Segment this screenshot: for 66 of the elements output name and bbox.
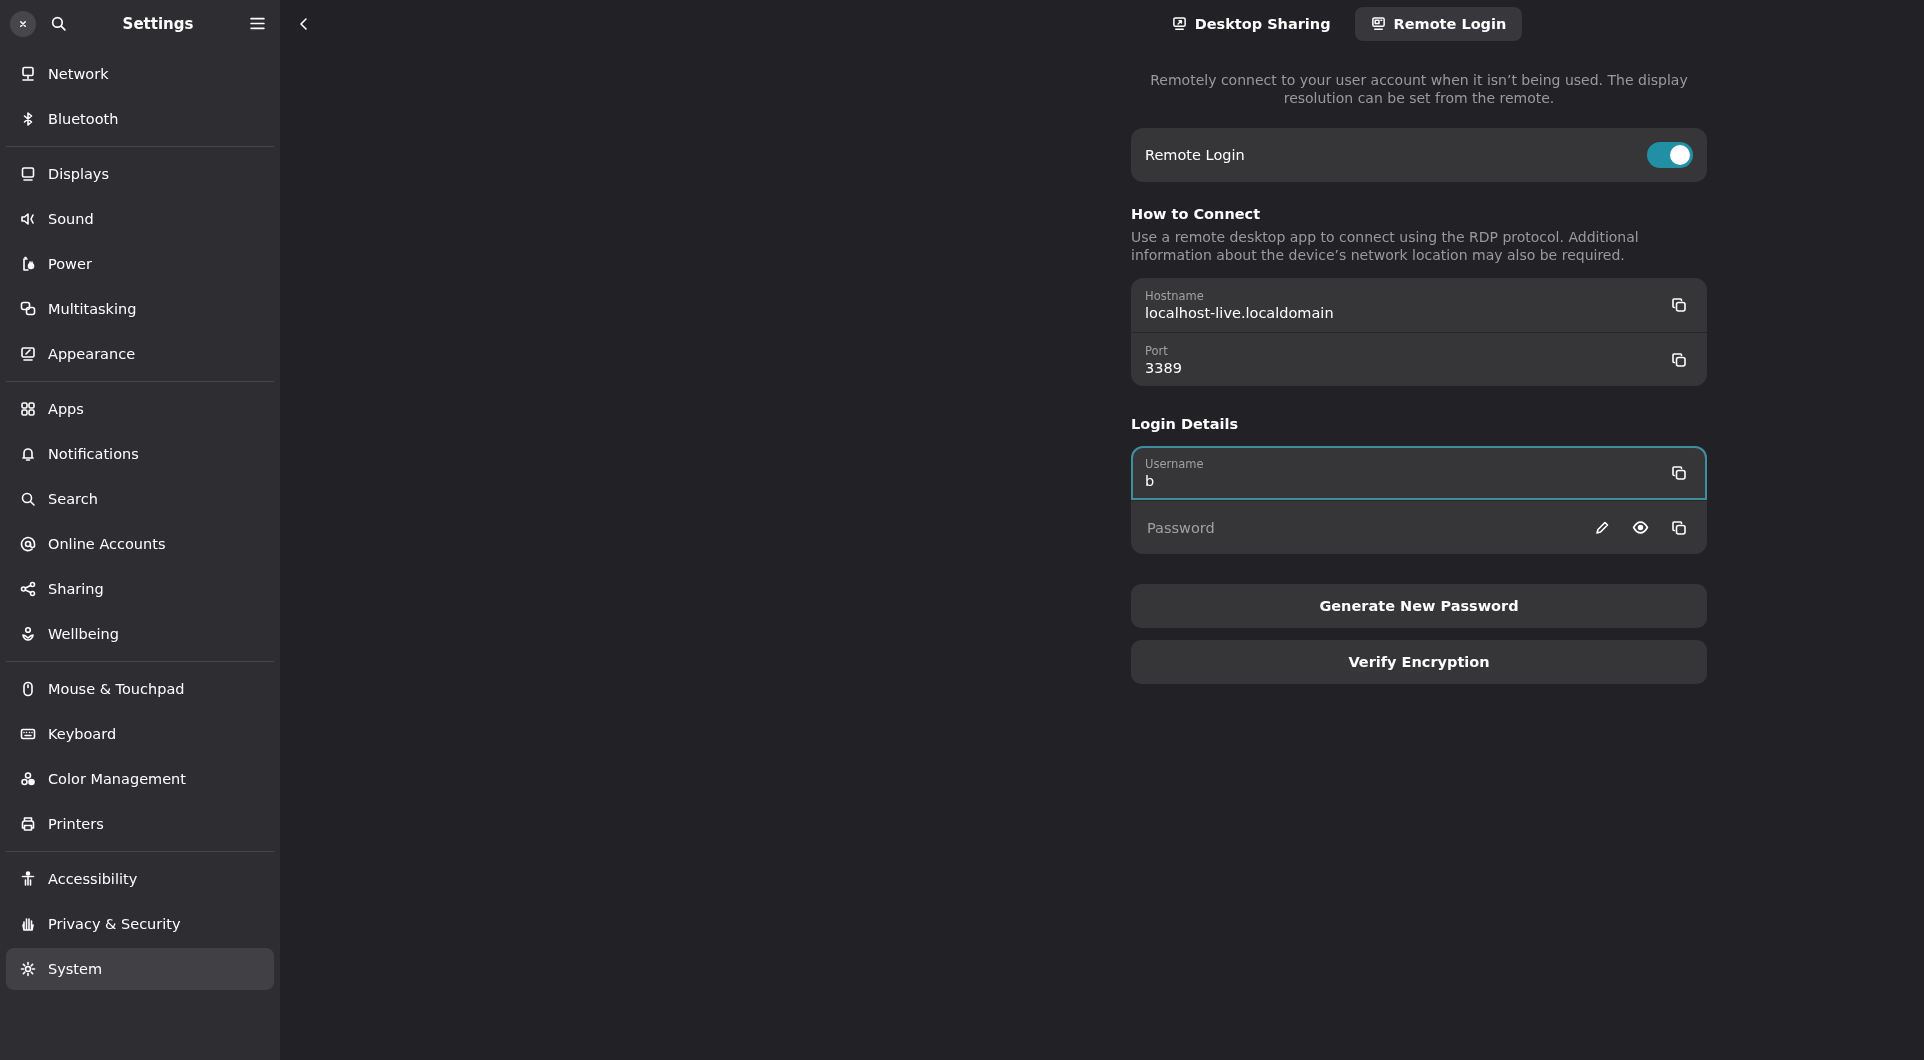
pencil-icon xyxy=(1594,519,1610,536)
copy-icon xyxy=(1671,519,1687,536)
monitor-brush-icon xyxy=(20,346,36,362)
sidebar-item[interactable]: Displays xyxy=(6,153,274,195)
printer-icon xyxy=(20,816,36,832)
share-icon xyxy=(20,581,36,597)
sidebar-item[interactable]: Power xyxy=(6,243,274,285)
sidebar-item[interactable]: Search xyxy=(6,478,274,520)
toggle-switch[interactable] xyxy=(1647,142,1693,168)
sidebar-item[interactable]: Multitasking xyxy=(6,288,274,330)
network-icon xyxy=(20,66,36,82)
display-icon xyxy=(20,166,36,182)
hand-icon xyxy=(20,916,36,932)
sidebar-item[interactable]: Wellbeing xyxy=(6,613,274,655)
field-value: localhost-live.localdomain xyxy=(1145,305,1335,321)
section-heading: Login Details xyxy=(1131,416,1240,432)
sidebar-item[interactable]: Online Accounts xyxy=(6,523,274,565)
copy-icon xyxy=(1671,351,1687,368)
sidebar-item[interactable]: Mouse & Touchpad xyxy=(6,668,274,710)
field-value: 3389 xyxy=(1145,359,1183,376)
sidebar-item[interactable]: Bluetooth xyxy=(6,98,274,140)
password-field[interactable]: Password xyxy=(1145,518,1578,537)
window-title: Settings xyxy=(121,14,195,33)
sidebar-item[interactable]: Appearance xyxy=(6,333,274,375)
monitor-icon xyxy=(1171,16,1187,31)
username-field[interactable]: Username b xyxy=(1131,446,1707,500)
sidebar-item[interactable]: Sound xyxy=(6,198,274,240)
sidebar-item[interactable]: Notifications xyxy=(6,433,274,475)
search-icon xyxy=(50,15,67,32)
sidebar-item[interactable]: Network xyxy=(6,53,274,95)
action-button[interactable]: Generate New Password xyxy=(1131,584,1707,628)
setting-label: Remote Login xyxy=(1145,147,1245,163)
mouse-icon xyxy=(20,681,36,697)
section-heading: How to Connect xyxy=(1131,206,1262,222)
search-icon xyxy=(20,491,36,507)
tab[interactable]: Remote Login xyxy=(1354,6,1523,41)
field-label: Port xyxy=(1145,343,1169,358)
close-button[interactable] xyxy=(10,10,36,37)
description-text: Remotely connect to your user account when it isn’t being used. The display resolution can be set from the remote. xyxy=(1149,71,1689,107)
sidebar-item[interactable]: Sharing xyxy=(6,568,274,610)
sidebar-item[interactable]: Apps xyxy=(6,388,274,430)
sidebar-item[interactable]: Keyboard xyxy=(6,713,274,755)
field-label: Hostname xyxy=(1145,289,1205,303)
section-description: Use a remote desktop app to connect using the RDP protocol. Additional information about the device’s network location may also be required. xyxy=(1131,228,1640,264)
sidebar-item[interactable]: Accessibility xyxy=(6,858,274,900)
copy-icon xyxy=(1671,297,1687,313)
accessibility-icon xyxy=(20,871,36,887)
battery-plug-icon xyxy=(20,256,36,272)
menu-icon xyxy=(249,15,266,32)
sidebar-item[interactable]: System xyxy=(6,948,274,990)
grid-icon xyxy=(20,401,36,417)
sidebar-item[interactable]: Privacy & Security xyxy=(6,903,274,945)
speaker-icon xyxy=(20,211,36,227)
copy-icon xyxy=(1671,465,1687,481)
sidebar-item[interactable]: Color Management xyxy=(6,758,274,800)
bell-icon xyxy=(20,446,36,462)
sidebar-item[interactable]: Printers xyxy=(6,803,274,845)
monitor-icon xyxy=(1370,16,1386,31)
action-button[interactable]: Verify Encryption xyxy=(1131,640,1707,684)
overlapping-windows-icon xyxy=(20,301,36,317)
circles-icon xyxy=(20,771,36,787)
eye-icon xyxy=(1632,519,1649,536)
person-heart-icon xyxy=(20,626,36,642)
at-sign-icon xyxy=(20,536,36,552)
keyboard-icon xyxy=(20,726,36,742)
tab[interactable]: Desktop Sharing xyxy=(1155,6,1347,41)
